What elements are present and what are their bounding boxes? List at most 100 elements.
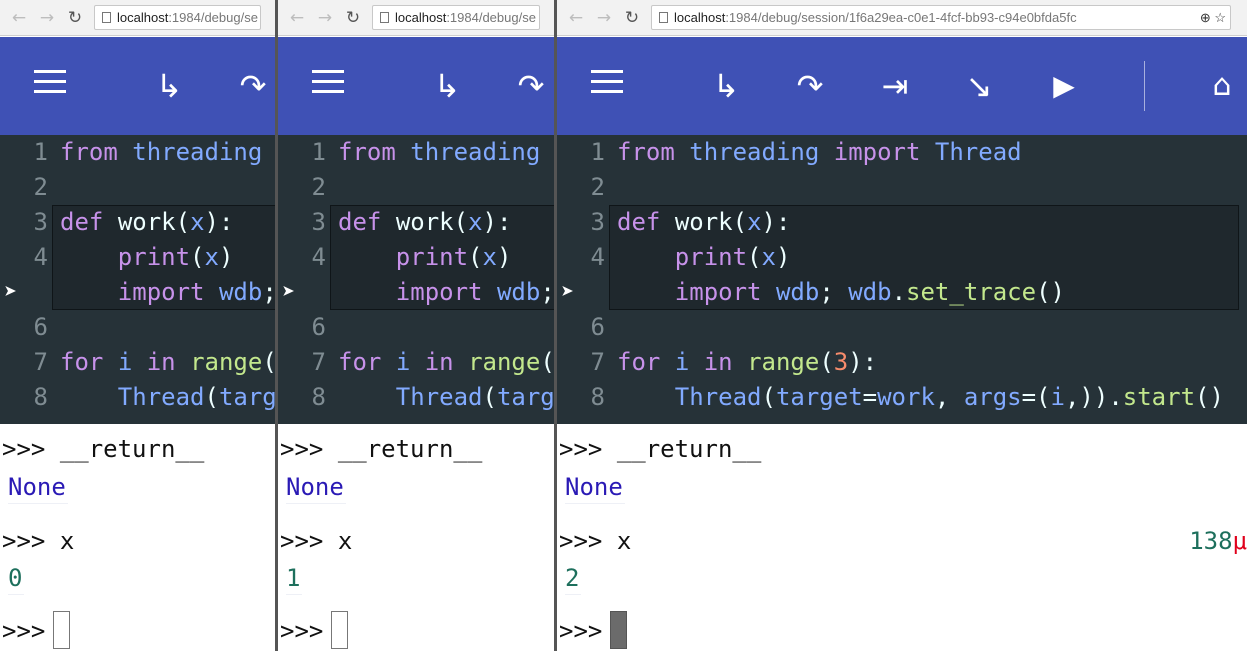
code-line: 1from threading import Thread (278, 135, 554, 170)
url-path: :1984/debug/se (168, 10, 258, 25)
forward-arrow-icon[interactable]: → (36, 7, 58, 29)
line-number: 6 (33, 313, 48, 341)
code-line: 2 (278, 170, 554, 205)
line-number: 1 (33, 138, 48, 166)
back-arrow-icon[interactable]: ← (565, 7, 587, 29)
step-icon[interactable]: ↳ (424, 65, 470, 107)
code-line: 1from threading import Thread (557, 135, 1247, 170)
url-host: localhost (674, 10, 726, 25)
debugger-toolbar: ↳ ↷ ⇥ ↘ ▶ ⌂ (557, 37, 1247, 135)
page-icon (380, 12, 389, 23)
zoom-icon[interactable]: ⊕ (1200, 10, 1211, 25)
browser-chrome: ← → ↻ localhost:1984/debug/se (0, 0, 275, 36)
repl-input-line: >>> x (559, 524, 631, 558)
step-icon[interactable]: ↳ (703, 65, 749, 107)
repl-command: __return__ (337, 435, 483, 463)
code-view: 1from threading import Thread 2 3def wor… (557, 135, 1247, 424)
repl-output: 0 (8, 561, 25, 595)
code-line: 8 Thread(target=work, args=(i,)).start() (0, 380, 275, 415)
repl-input[interactable] (610, 611, 627, 649)
code-line: 3 def work(x): (0, 205, 275, 240)
line-number: 2 (311, 173, 326, 201)
back-arrow-icon[interactable]: ← (286, 7, 308, 29)
code-line: 7for i in range(3): (0, 345, 275, 380)
line-number: 1 (590, 138, 605, 166)
code-line: 6 (0, 310, 275, 345)
repl-prompt: >>> (559, 527, 603, 555)
code-line: 3 def work(x): (557, 205, 1247, 240)
repl-input-line: >>> x (2, 524, 74, 558)
line-number: 8 (311, 383, 326, 411)
repl-prompt-line: >>> (559, 614, 602, 648)
menu-icon[interactable] (587, 65, 627, 107)
repl-console: >>> __return__ None >>> x 1 >>> (278, 424, 554, 651)
code-line: 6 (557, 310, 1247, 345)
next-icon[interactable]: ↷ (787, 65, 833, 107)
repl-input-line: >>> x (280, 524, 352, 558)
code-line: 4 print(x) (0, 240, 275, 275)
code-line: 7for i in range(3): (278, 345, 554, 380)
bookmark-star-icon[interactable]: ☆ (1214, 10, 1226, 25)
continue-icon[interactable]: ▶ (1041, 65, 1087, 107)
repl-output: None (8, 470, 68, 504)
code-line: 7for i in range(3): (557, 345, 1247, 380)
menu-icon[interactable] (308, 65, 348, 107)
page-icon (659, 12, 668, 23)
execution-time: 138μ (1189, 524, 1247, 558)
address-bar[interactable]: localhost:1984/debug/session/1f6a29ea-c0… (651, 5, 1231, 30)
reload-icon[interactable]: ↻ (342, 7, 364, 29)
repl-output: None (565, 470, 625, 504)
code-line-current: ➤ import wdb; wdb.set_trace() (278, 275, 554, 310)
line-number: 2 (33, 173, 48, 201)
code-line: 2 (557, 170, 1247, 205)
repl-command: __return__ (59, 435, 205, 463)
reload-icon[interactable]: ↻ (621, 7, 643, 29)
repl-prompt: >>> (559, 617, 603, 645)
current-line-arrow-icon: ➤ (561, 280, 575, 305)
forward-arrow-icon[interactable]: → (593, 7, 615, 29)
code-line: 2 (0, 170, 275, 205)
line-number: 4 (33, 243, 48, 271)
debugger-window-2: ← → ↻ localhost:1984/debug/se ↳ ↷ 1 from … (278, 0, 554, 651)
code-view: 1from threading import Thread 2 3def wor… (0, 135, 275, 424)
repl-prompt: >>> (280, 435, 324, 463)
code-line: 6 (278, 310, 554, 345)
repl-prompt-line: >>> (2, 614, 45, 648)
code-line: 3 def work(x): (278, 205, 554, 240)
timing-value: 138 (1189, 527, 1233, 555)
timing-unit: μ (1232, 527, 1247, 555)
repl-prompt: >>> (2, 527, 46, 555)
repl-input-line: >>> __return__ (280, 432, 482, 466)
repl-prompt: >>> (559, 435, 603, 463)
until-icon[interactable]: ⇥ (872, 65, 918, 107)
line-number: 7 (33, 348, 48, 376)
return-icon[interactable]: ↘ (956, 65, 1002, 107)
repl-prompt: >>> (280, 527, 324, 555)
browser-chrome: ← → ↻ localhost:1984/debug/session/1f6a2… (557, 0, 1247, 36)
repl-prompt-line: >>> (280, 614, 323, 648)
line-number: 3 (590, 208, 605, 236)
url-host: localhost (395, 10, 447, 25)
line-number: 2 (590, 173, 605, 201)
forward-arrow-icon[interactable]: → (314, 7, 336, 29)
current-line-arrow-icon: ➤ (4, 280, 18, 305)
reload-icon[interactable]: ↻ (64, 7, 86, 29)
address-bar[interactable]: localhost:1984/debug/se (372, 5, 540, 30)
code-line: 8 Thread(target=work, args=(i,)).start() (557, 380, 1247, 415)
line-number: 3 (33, 208, 48, 236)
next-icon[interactable]: ↷ (508, 65, 554, 107)
repl-input[interactable] (331, 611, 348, 649)
repl-command: x (337, 527, 353, 555)
browser-chrome: ← → ↻ localhost:1984/debug/se (278, 0, 554, 36)
back-arrow-icon[interactable]: ← (8, 7, 30, 29)
home-icon[interactable]: ⌂ (1199, 65, 1245, 107)
repl-output: None (286, 470, 346, 504)
debugger-window-1: ← → ↻ localhost:1984/debug/se ↳ ↷ 1 from … (0, 0, 275, 651)
repl-input[interactable] (53, 611, 70, 649)
step-icon[interactable]: ↳ (146, 65, 192, 107)
next-icon[interactable]: ↷ (230, 65, 275, 107)
current-line-arrow-icon: ➤ (282, 280, 296, 305)
repl-input-line: >>> __return__ (559, 432, 761, 466)
address-bar[interactable]: localhost:1984/debug/se (94, 5, 261, 30)
menu-icon[interactable] (30, 65, 70, 107)
